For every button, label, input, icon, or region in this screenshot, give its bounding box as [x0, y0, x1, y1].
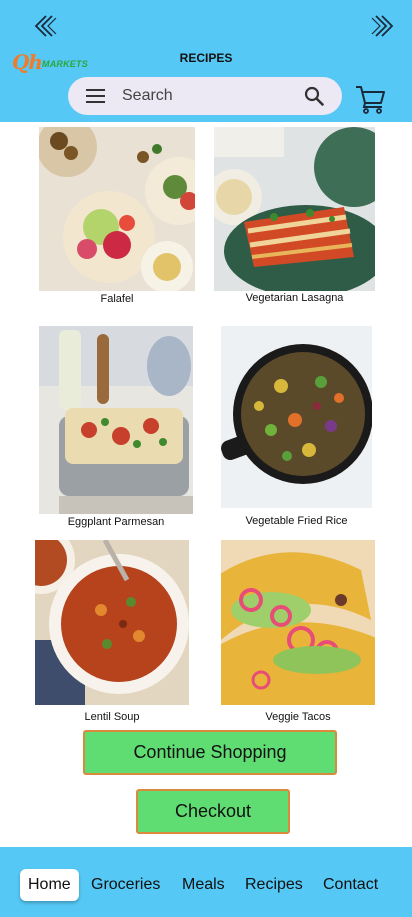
recipe-image-veggie-tacos[interactable]	[221, 540, 375, 705]
recipe-label: Falafel	[100, 293, 134, 305]
recipe-image-lentil-soup[interactable]	[35, 540, 189, 705]
recipe-card-falafel[interactable]: Falafel	[39, 127, 195, 307]
nav-meals[interactable]: Meals	[182, 869, 225, 901]
recipe-card-vegetarian-lasagna[interactable]: Vegetarian Lasagna	[214, 127, 375, 307]
recipe-label: Eggplant Parmesan	[67, 516, 165, 528]
nav-recipes[interactable]: Recipes	[245, 869, 303, 901]
forward-double-chevron-icon[interactable]	[368, 12, 396, 40]
nav-contact[interactable]: Contact	[323, 869, 378, 901]
recipe-image-eggplant-parmesan[interactable]	[39, 326, 193, 514]
nav-groceries[interactable]: Groceries	[91, 869, 160, 901]
recipe-image-vegetarian-lasagna[interactable]	[214, 127, 375, 291]
nav-home[interactable]: Home	[20, 869, 79, 901]
menu-icon[interactable]	[86, 89, 105, 103]
continue-shopping-button[interactable]: Continue Shopping	[83, 730, 337, 775]
search-bar[interactable]	[68, 77, 342, 115]
header: Qh MARKETS RECIPES	[0, 0, 412, 122]
recipe-image-vegetable-fried-rice[interactable]	[221, 326, 372, 508]
recipe-card-eggplant-parmesan[interactable]: Eggplant Parmesan	[39, 326, 193, 532]
checkout-button[interactable]: Checkout	[136, 789, 290, 834]
recipes-screen: Qh MARKETS RECIPES Search Falafel Vegeta…	[0, 0, 412, 917]
search-input[interactable]	[122, 86, 292, 106]
recipe-label: Vegetable Fried Rice	[245, 515, 348, 527]
search-icon[interactable]	[304, 86, 324, 106]
recipe-card-vegetable-fried-rice[interactable]: Vegetable Fried Rice	[221, 326, 372, 531]
recipe-label: Veggie Tacos	[265, 711, 331, 723]
back-double-chevron-icon[interactable]	[32, 12, 60, 40]
recipe-card-lentil-soup[interactable]: Lentil Soup	[35, 540, 189, 726]
recipe-label: Vegetarian Lasagna	[245, 292, 344, 304]
recipe-card-veggie-tacos[interactable]: Veggie Tacos	[221, 540, 375, 726]
shopping-cart-icon[interactable]	[354, 84, 386, 114]
recipe-label: Lentil Soup	[84, 711, 140, 723]
page-title: RECIPES	[179, 51, 233, 65]
bottom-nav: Home Groceries Meals Recipes Contact	[0, 847, 412, 917]
recipe-image-falafel[interactable]	[39, 127, 195, 291]
